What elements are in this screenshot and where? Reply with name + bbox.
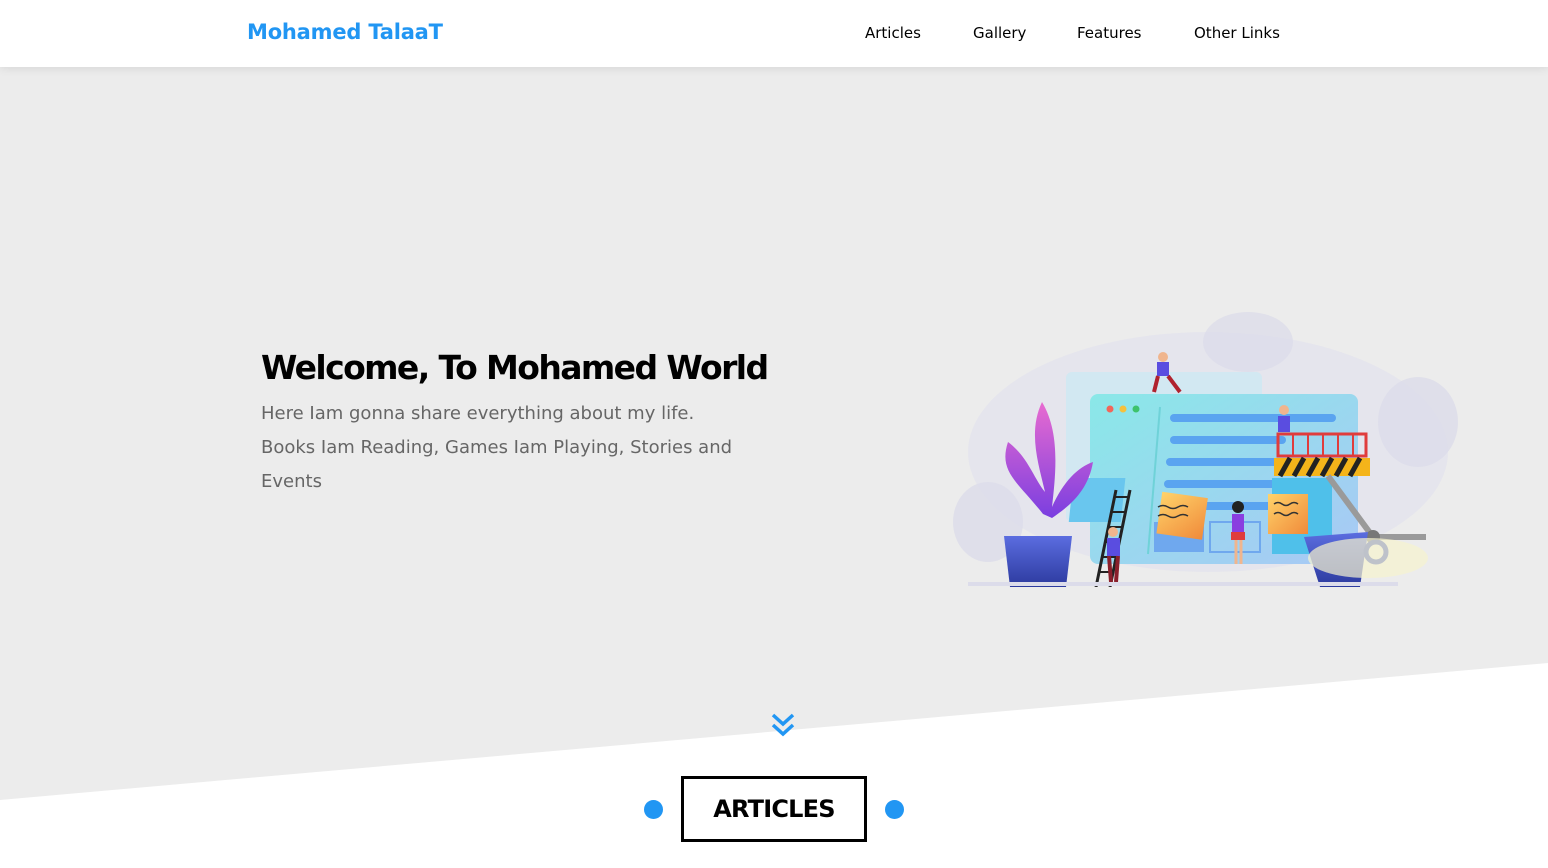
landing-section: Welcome, To Mohamed World Here Iam gonna… [0, 67, 1548, 868]
articles-section-title: ARTICLES [681, 776, 867, 842]
title-dot-right [885, 800, 904, 819]
nav-link-other-links[interactable]: Other Links [1194, 24, 1280, 42]
nav-link-gallery[interactable]: Gallery [973, 24, 1026, 42]
landing-title: Welcome, To Mohamed World [261, 348, 769, 387]
landing-illustration [953, 312, 1458, 587]
landing-text: Here Iam gonna share everything about my… [261, 403, 733, 492]
nav-link-articles[interactable]: Articles [865, 24, 921, 42]
main-nav: Articles Gallery Features Other Links [0, 0, 1548, 67]
articles-title-wrap: ARTICLES [0, 776, 1548, 842]
double-chevron-down-icon [771, 713, 795, 737]
go-down-button[interactable] [768, 710, 798, 742]
nav-link-features[interactable]: Features [1077, 24, 1142, 42]
title-dot-left [644, 800, 663, 819]
site-header: Mohamed TalaaT Articles Gallery Features… [0, 0, 1548, 67]
